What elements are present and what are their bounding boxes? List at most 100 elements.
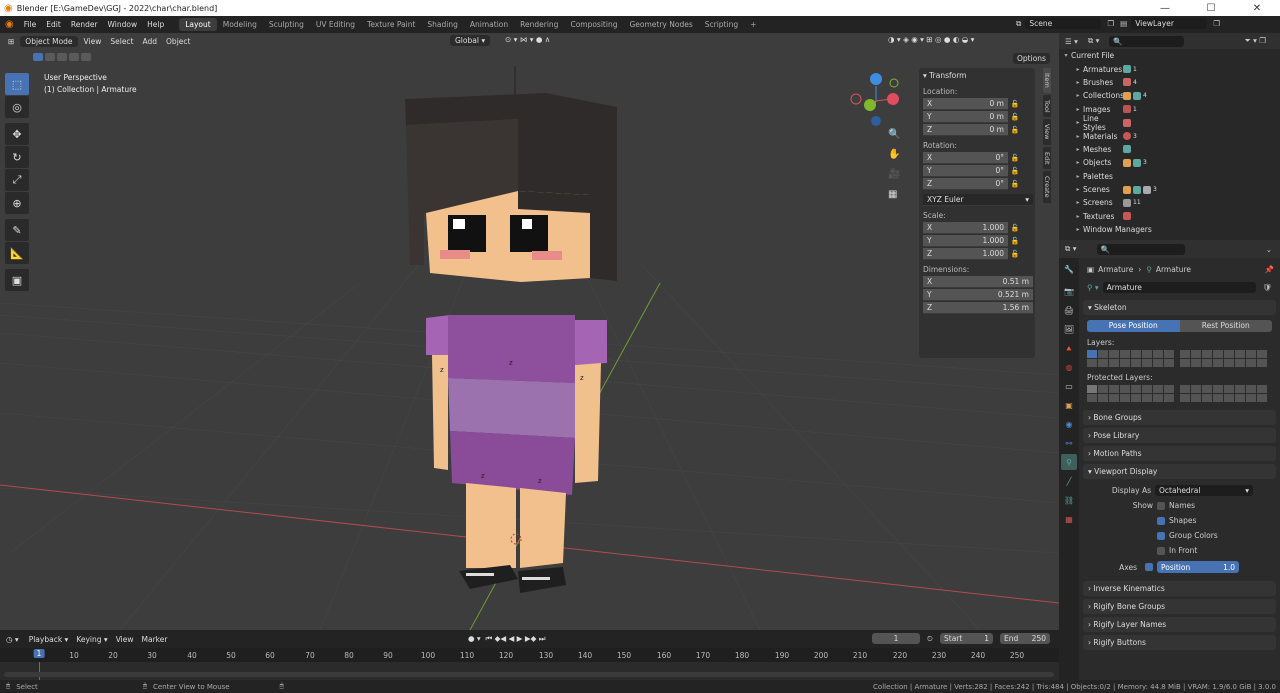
pin-icon[interactable]: 📌 — [1265, 265, 1274, 274]
3d-viewport[interactable]: z z z z z ⊞ Object Mode View Select Add … — [0, 33, 1059, 630]
fake-user-icon[interactable]: 🛡 — [1262, 283, 1272, 292]
rotation-z-field[interactable]: Z 0° 🔓 — [923, 177, 1035, 190]
inverse-kinematics-panel[interactable]: › Inverse Kinematics — [1083, 581, 1276, 596]
lock-icon[interactable]: 🔓 — [1008, 250, 1022, 258]
render-tab-icon[interactable]: 📷 — [1061, 283, 1077, 299]
shapes-checkbox[interactable] — [1157, 516, 1165, 525]
outliner-editor-icon[interactable]: ☰ ▾ — [1065, 37, 1078, 46]
show-group-colors-row[interactable]: Group Colors — [1081, 530, 1280, 541]
transform-header[interactable]: ▾ Transform — [919, 68, 1035, 82]
gizmo-y-icon[interactable] — [864, 99, 876, 111]
gizmo-x-icon[interactable] — [887, 93, 899, 105]
frame-ruler[interactable]: 1 10 20 30 40 50 60 70 80 90 100 110 120… — [0, 648, 1059, 662]
protected-layers-grid[interactable] — [1081, 385, 1280, 402]
add-cube-tool-icon[interactable]: ▣ — [5, 269, 29, 291]
timeline-view-menu[interactable]: View — [116, 635, 134, 644]
move-tool-icon[interactable]: ✥ — [5, 123, 29, 145]
list-item[interactable]: ▸ Scenes 3 — [1059, 183, 1280, 196]
constraints-tab-icon[interactable]: ⚯ — [1061, 435, 1077, 451]
names-checkbox[interactable] — [1157, 501, 1165, 510]
select-mode-buttons[interactable] — [33, 53, 93, 61]
tab-rendering[interactable]: Rendering — [514, 18, 564, 31]
tab-edit[interactable]: Edit — [1043, 146, 1051, 170]
tab-view[interactable]: View — [1043, 119, 1051, 145]
scale-x-field[interactable]: X 1.000 🔓 — [923, 221, 1035, 234]
tab-item[interactable]: Item — [1043, 68, 1051, 93]
editor-type-icon[interactable]: ⊞ — [8, 37, 14, 46]
pivot-snap-icons[interactable]: ⊙ ▾ ⋈ ▾ ● ∧ — [505, 35, 550, 44]
view-layer-tab-icon[interactable]: 🖼 — [1061, 321, 1077, 337]
dimensions-y-field[interactable]: Y 0.521 m — [923, 288, 1035, 301]
timeline-editor-icon[interactable]: ◷ ▾ — [6, 635, 19, 644]
tab-modeling[interactable]: Modeling — [217, 18, 263, 31]
marker-menu[interactable]: Marker — [142, 635, 168, 644]
bone-tab-icon[interactable]: ╱ — [1061, 473, 1077, 489]
camera-view-icon[interactable]: 🎥 — [888, 169, 904, 189]
pose-library-panel[interactable]: › Pose Library — [1083, 428, 1276, 443]
options-dropdown[interactable]: Options — [1013, 53, 1050, 64]
rotation-mode-dropdown[interactable]: XYZ Euler ▾ — [923, 193, 1035, 206]
outliner-root[interactable]: ▾ Current File — [1059, 49, 1280, 62]
select-tool-icon[interactable]: ⬚ — [5, 73, 29, 95]
texture-tab-icon[interactable]: ▦ — [1061, 511, 1077, 527]
scene-field[interactable]: Scene — [1025, 18, 1102, 29]
pose-position-button[interactable]: Pose Position — [1087, 320, 1180, 332]
lock-icon[interactable]: 🔓 — [1008, 100, 1022, 108]
maximize-icon[interactable]: ☐ — [1188, 3, 1234, 14]
scene-tab-icon[interactable]: 🔺 — [1061, 340, 1077, 356]
list-item[interactable]: ▸ Meshes — [1059, 143, 1280, 156]
list-item[interactable]: ▸ Textures — [1059, 210, 1280, 223]
layers-grid[interactable] — [1081, 350, 1280, 367]
collapse-icon[interactable]: ⌄ — [1266, 245, 1272, 254]
properties-search-input[interactable]: 🔍 — [1096, 243, 1185, 255]
armature-data-tab-icon[interactable]: ⚲ — [1061, 454, 1077, 470]
axes-checkbox[interactable] — [1145, 563, 1153, 571]
tab-shading[interactable]: Shading — [421, 18, 463, 31]
tab-texture-paint[interactable]: Texture Paint — [361, 18, 421, 31]
keying-menu[interactable]: Keying ▾ — [76, 635, 107, 644]
list-item[interactable]: ▸ Objects 3 — [1059, 156, 1280, 169]
tab-sculpting[interactable]: Sculpting — [263, 18, 310, 31]
armature-name-field[interactable]: Armature — [1102, 281, 1257, 293]
scale-z-field[interactable]: Z 1.000 🔓 — [923, 247, 1035, 260]
blender-menu-icon[interactable]: ◉ — [0, 19, 19, 30]
output-tab-icon[interactable]: 🖨 — [1061, 302, 1077, 318]
zoom-icon[interactable]: 🔍 — [888, 129, 904, 149]
display-as-dropdown[interactable]: Octahedral ▾ — [1155, 484, 1253, 496]
menu-edit[interactable]: Edit — [41, 20, 66, 29]
lock-icon[interactable]: 🔓 — [1008, 167, 1022, 175]
rigify-buttons-panel[interactable]: › Rigify Buttons — [1083, 635, 1276, 650]
object-tab-icon[interactable]: ▣ — [1061, 397, 1077, 413]
world-tab-icon[interactable]: ◍ — [1061, 359, 1077, 375]
new-view-layer-icon[interactable]: ❐ — [1213, 19, 1220, 28]
view-layer-field[interactable]: ViewLayer — [1131, 18, 1208, 29]
tab-scripting[interactable]: Scripting — [699, 18, 744, 31]
select-menu[interactable]: Select — [110, 37, 133, 46]
playback-menu[interactable]: Playback ▾ — [29, 635, 69, 644]
location-y-field[interactable]: Y 0 m 🔓 — [923, 110, 1035, 123]
new-scene-icon[interactable]: ❐ — [1107, 19, 1114, 28]
timeline-scrollbar[interactable] — [4, 672, 1054, 677]
transform-tool-icon[interactable]: ⊕ — [5, 192, 29, 214]
bone-constraint-tab-icon[interactable]: ⛓ — [1061, 492, 1077, 508]
clock-icon[interactable]: ⏲ — [927, 634, 933, 644]
collection-tab-icon[interactable]: ▭ — [1061, 378, 1077, 394]
list-item[interactable]: ▸ Materials 3 — [1059, 129, 1280, 142]
tab-layout[interactable]: Layout — [179, 18, 217, 31]
location-x-field[interactable]: X 0 m 🔓 — [923, 97, 1035, 110]
lock-icon[interactable]: 🔓 — [1008, 113, 1022, 121]
list-item[interactable]: ▸ Armatures 1 — [1059, 62, 1280, 75]
view-layer-icon[interactable]: ▤ — [1120, 19, 1127, 28]
rest-position-button[interactable]: Rest Position — [1179, 320, 1272, 332]
bone-groups-panel[interactable]: › Bone Groups — [1083, 410, 1276, 425]
orientation-dropdown[interactable]: Global ▾ — [450, 35, 491, 46]
add-workspace-icon[interactable]: + — [744, 18, 762, 31]
view-menu[interactable]: View — [84, 37, 102, 46]
current-frame-field[interactable]: 1 — [872, 633, 920, 644]
dimensions-x-field[interactable]: X 0.51 m — [923, 275, 1035, 288]
scale-y-field[interactable]: Y 1.000 🔓 — [923, 234, 1035, 247]
rigify-layer-names-panel[interactable]: › Rigify Layer Names — [1083, 617, 1276, 632]
dimensions-z-field[interactable]: Z 1.56 m — [923, 301, 1035, 314]
outliner-search-input[interactable]: 🔍 — [1109, 35, 1185, 47]
start-frame-field[interactable]: Start 1 — [940, 633, 993, 644]
